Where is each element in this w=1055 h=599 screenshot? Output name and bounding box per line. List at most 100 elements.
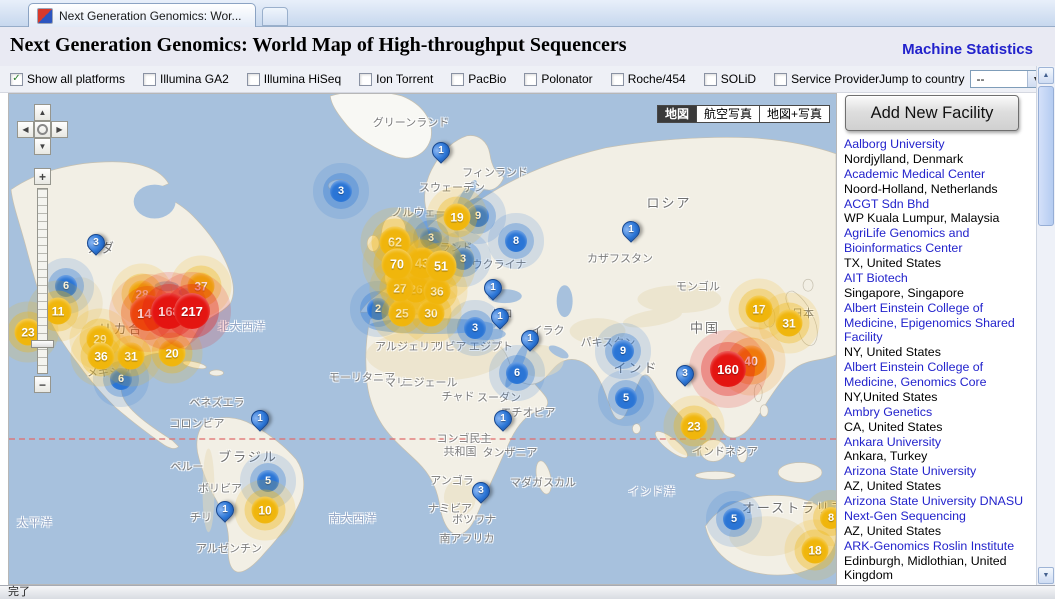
scrollbar-down-icon[interactable]: ▼ [1038, 567, 1054, 584]
checkbox-icon[interactable] [143, 72, 157, 86]
map-cluster-marker[interactable]: 10 [251, 496, 279, 524]
checkbox-icon[interactable] [610, 72, 624, 86]
map-pin-marker[interactable]: 1 [618, 217, 644, 245]
map-cluster-marker[interactable]: 11 [44, 297, 72, 325]
pan-center-button[interactable] [34, 121, 51, 138]
map-pin-marker[interactable]: 1 [487, 304, 513, 332]
map-type-button[interactable]: 地図 [656, 105, 697, 123]
checkbox-icon[interactable]: ✓ [10, 72, 23, 86]
zoom-slider-handle[interactable] [31, 340, 54, 348]
map-pin-marker[interactable]: 3 [468, 478, 494, 506]
filter-checkbox-service-provider[interactable]: Service Provider [774, 72, 879, 86]
checkbox-label: Service Provider [791, 72, 880, 86]
map-cluster-marker[interactable]: 8 [505, 230, 527, 252]
map-pin-marker[interactable]: 1 [480, 275, 506, 303]
pan-left-button[interactable]: ◀ [17, 121, 34, 138]
map-cluster-marker[interactable]: 5 [257, 470, 279, 492]
map-cluster-marker[interactable]: 5 [723, 508, 745, 530]
map-label: グリーンランド [372, 117, 450, 129]
filter-checkbox-illumina-hiseq[interactable]: Illumina HiSeq [246, 72, 341, 86]
scrollbar-up-icon[interactable]: ▲ [1038, 67, 1054, 84]
filter-checkbox-pacbio[interactable]: PacBio [451, 72, 506, 86]
map-cluster-marker[interactable]: 6 [506, 362, 528, 384]
facility-link[interactable]: Aalborg University [844, 137, 1024, 152]
map-pin-marker[interactable]: 1 [247, 406, 273, 434]
browser-status-bar: 完了 [0, 585, 1055, 599]
pan-right-button[interactable]: ▶ [51, 121, 68, 138]
map-cluster-marker[interactable]: 217 [174, 293, 210, 329]
map-pin-marker[interactable]: 1 [212, 497, 238, 525]
facility-link[interactable]: Ambry Genetics [844, 405, 1024, 420]
map-cluster-marker[interactable]: 160 [710, 351, 746, 387]
facility-link[interactable]: Albert Einstein College of Medicine, Gen… [844, 360, 1024, 390]
filter-checkbox-show-all-platforms[interactable]: ✓ Show all platforms [10, 72, 125, 86]
map-cluster-marker[interactable]: 3 [330, 180, 352, 202]
facility-link[interactable]: Academic Medical Center [844, 167, 1024, 182]
map-cluster-marker[interactable]: 51 [425, 250, 457, 282]
map-type-button[interactable]: 地図+写真 [759, 105, 830, 123]
pan-up-button[interactable]: ▲ [34, 104, 51, 121]
filter-checkbox-roche-454[interactable]: Roche/454 [610, 72, 686, 86]
facility-link[interactable]: Ankara University [844, 435, 1024, 450]
country-select-value: -- [976, 72, 985, 86]
window-scrollbar[interactable]: ▲ ▼ [1036, 66, 1055, 585]
checkbox-icon[interactable] [703, 72, 717, 86]
map-label: 北大西洋 [218, 321, 266, 333]
country-select[interactable]: -- ▼ [970, 70, 1045, 88]
map-pin-marker[interactable]: 3 [83, 230, 109, 258]
scrollbar-thumb[interactable] [1038, 86, 1054, 226]
world-map[interactable]: グリーンランド スウェーデン フィンランド ノルウェー ロシア カザフスタン モンゴル 中国日… [8, 93, 837, 585]
facility-link[interactable]: AIT Biotech [844, 271, 1024, 286]
map-cluster-marker[interactable]: 36 [423, 277, 451, 305]
map-cluster-marker[interactable]: 17 [745, 295, 773, 323]
map-label: チリ [190, 512, 212, 524]
facility-link[interactable]: Albert Einstein College of Medicine, Epi… [844, 301, 1024, 346]
filter-checkbox-solid[interactable]: SOLiD [703, 72, 756, 86]
facility-link[interactable]: ACGT Sdn Bhd [844, 197, 1024, 212]
map-pin-marker[interactable]: 1 [517, 326, 543, 354]
facility-link[interactable]: Arizona State University DNASU Next-Gen … [844, 494, 1024, 524]
filter-checkbox-ion-torrent[interactable]: Ion Torrent [359, 72, 433, 86]
add-new-facility-button[interactable]: Add New Facility [845, 95, 1019, 131]
map-cluster-marker[interactable]: 8 [820, 507, 836, 529]
map-pin-marker[interactable]: 1 [490, 406, 516, 434]
map-cluster-marker[interactable]: 70 [381, 248, 413, 280]
filter-checkbox-polonator[interactable]: Polonator [524, 72, 593, 86]
map-cluster-marker[interactable]: 20 [158, 339, 186, 367]
filter-checkbox-illumina-ga2[interactable]: Illumina GA2 [143, 72, 229, 86]
map-pin-marker[interactable]: 1 [428, 138, 454, 166]
checkbox-icon[interactable] [359, 72, 373, 86]
new-tab-button[interactable] [262, 7, 288, 26]
facility-link[interactable]: Arizona State University [844, 464, 1024, 479]
checkbox-icon[interactable] [451, 72, 465, 86]
map-cluster-marker[interactable]: 31 [775, 309, 803, 337]
machine-statistics-link[interactable]: Machine Statistics [902, 41, 1033, 58]
map-cluster-marker[interactable]: 9 [612, 340, 634, 362]
pan-down-button[interactable]: ▼ [34, 138, 51, 155]
map-cluster-marker[interactable]: 36 [87, 342, 115, 370]
map-pin-marker[interactable]: 3 [672, 361, 698, 389]
map-cluster-marker[interactable]: 2 [367, 298, 389, 320]
pin-count: 3 [478, 485, 484, 496]
map-cluster-marker[interactable]: 5 [615, 387, 637, 409]
zoom-in-button[interactable]: + [34, 168, 51, 185]
map-cluster-marker[interactable]: 6 [110, 368, 132, 390]
map-cluster-marker[interactable]: 23 [680, 412, 708, 440]
facility-link[interactable]: ARK-Genomics Roslin Institute [844, 539, 1024, 554]
page-header: Next Generation Genomics: World Map of H… [0, 27, 1055, 66]
map-cluster-marker[interactable]: 3 [420, 227, 442, 249]
map-cluster-marker[interactable]: 25 [388, 299, 416, 327]
zoom-out-button[interactable]: − [34, 376, 51, 393]
map-cluster-marker[interactable]: 19 [443, 203, 471, 231]
checkbox-icon[interactable] [524, 72, 538, 86]
browser-tab[interactable]: Next Generation Genomics: Wor... [28, 3, 256, 27]
map-type-button[interactable]: 航空写真 [696, 105, 760, 123]
facility-link[interactable]: AgriLife Genomics and Bioinformatics Cen… [844, 226, 1024, 256]
pin-count: 1 [257, 413, 263, 424]
checkbox-icon[interactable] [246, 72, 260, 86]
map-cluster-marker[interactable]: 18 [801, 536, 829, 564]
checkbox-icon[interactable] [774, 72, 788, 86]
map-cluster-marker[interactable]: 3 [464, 317, 486, 339]
map-cluster-marker[interactable]: 31 [117, 342, 145, 370]
map-cluster-marker[interactable]: 6 [55, 275, 77, 297]
